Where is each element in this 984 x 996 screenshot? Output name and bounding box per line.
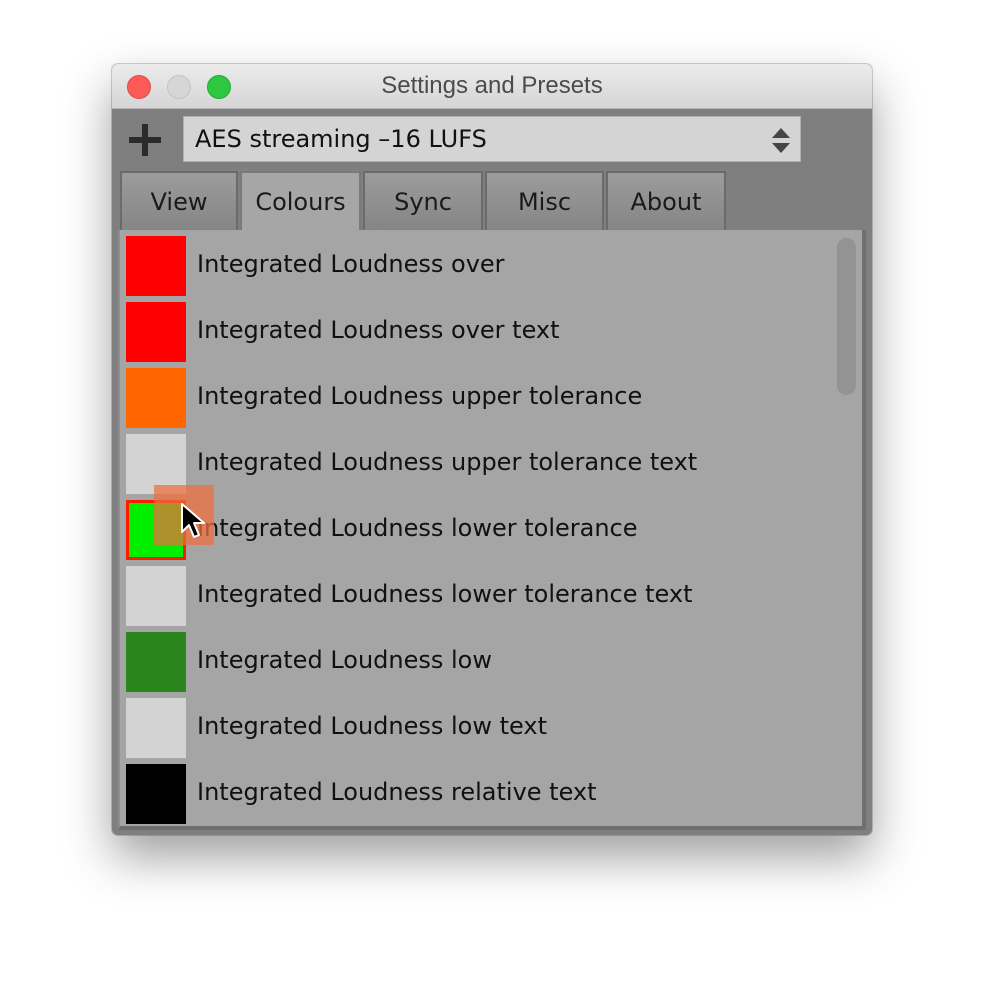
colour-swatch[interactable] (126, 236, 186, 296)
add-preset-button[interactable] (128, 122, 164, 158)
scrollbar-thumb[interactable] (837, 238, 856, 395)
up-down-stepper-icon (772, 128, 790, 154)
colour-row: Integrated Loudness low (126, 632, 826, 692)
colour-label: Integrated Loudness lower tolerance text (197, 580, 693, 608)
preset-selected-value: AES streaming –16 LUFS (195, 125, 487, 153)
colour-label: Integrated Loudness over text (197, 316, 560, 344)
colour-swatch[interactable] (126, 764, 186, 824)
title-bar[interactable]: Settings and Presets (112, 64, 872, 109)
colour-label: Integrated Loudness relative text (197, 778, 597, 806)
colour-label: Integrated Loudness lower tolerance (197, 514, 638, 542)
tab-misc[interactable]: Misc (485, 171, 604, 230)
colour-row: Integrated Loudness upper tolerance (126, 368, 826, 428)
preset-dropdown[interactable]: AES streaming –16 LUFS (183, 116, 801, 162)
window-title: Settings and Presets (381, 72, 603, 99)
colour-swatch[interactable] (126, 368, 186, 428)
arrow-cursor-icon (181, 503, 205, 538)
colour-row: Integrated Loudness over (126, 236, 826, 296)
colour-swatch[interactable] (126, 698, 186, 758)
colour-label: Integrated Loudness upper tolerance (197, 382, 643, 410)
colour-row: Integrated Loudness low text (126, 698, 826, 758)
colour-row: Integrated Loudness lower tolerance (126, 500, 826, 560)
colour-label: Integrated Loudness over (197, 250, 505, 278)
settings-window: Settings and Presets AES streaming –16 L… (112, 64, 872, 835)
colour-label: Integrated Loudness low (197, 646, 492, 674)
tab-colours[interactable]: Colours (240, 171, 361, 232)
colour-row: Integrated Loudness relative text (126, 764, 826, 824)
tab-bar: View Colours Sync Misc About (112, 171, 872, 232)
colour-label: Integrated Loudness upper tolerance text (197, 448, 698, 476)
tab-view[interactable]: View (120, 171, 238, 230)
colour-row: Integrated Loudness lower tolerance text (126, 566, 826, 626)
colour-swatch[interactable] (126, 302, 186, 362)
tab-sync[interactable]: Sync (363, 171, 483, 230)
colour-label: Integrated Loudness low text (197, 712, 547, 740)
tab-about[interactable]: About (606, 171, 726, 230)
colour-swatch[interactable] (126, 632, 186, 692)
colour-swatch[interactable] (126, 566, 186, 626)
colours-panel: Integrated Loudness over Integrated Loudn… (118, 230, 866, 830)
colour-row: Integrated Loudness over text (126, 302, 826, 362)
colour-row: Integrated Loudness upper tolerance text (126, 434, 826, 494)
